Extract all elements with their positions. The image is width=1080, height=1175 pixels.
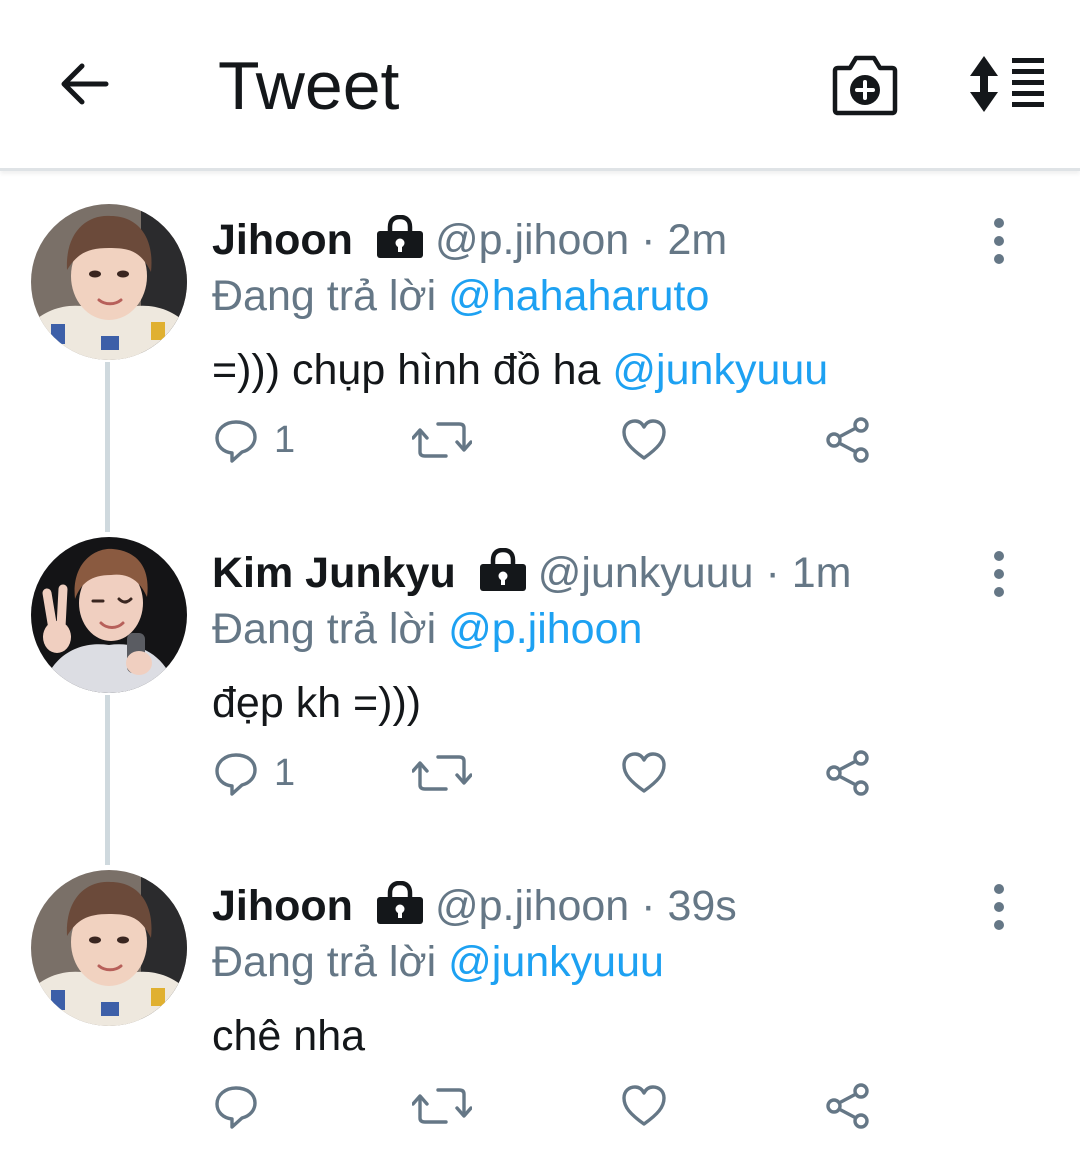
heart-icon <box>620 749 668 797</box>
avatar[interactable] <box>31 204 187 360</box>
arrow-left-icon <box>61 63 109 105</box>
replying-to-label: Đang trả lời <box>212 605 437 653</box>
retweet-button[interactable] <box>412 412 472 468</box>
heart-icon <box>620 416 668 464</box>
tweet-header: Jihoon @p.jihoon · 2m <box>212 214 727 266</box>
mention-link[interactable]: @hahaharuto <box>448 272 709 320</box>
share-icon <box>824 749 872 797</box>
tweet-time: · 39s <box>641 882 737 930</box>
retweet-icon <box>412 749 472 797</box>
tweet-body: chê nha <box>212 1012 366 1060</box>
share-button[interactable] <box>824 745 872 801</box>
reply-icon <box>212 416 260 464</box>
reply-count: 1 <box>274 751 296 794</box>
tweet-time: · 2m <box>641 216 728 264</box>
like-button[interactable] <box>620 745 668 801</box>
more-vertical-icon <box>984 216 1014 266</box>
reply-count: 1 <box>274 418 296 461</box>
replying-to: Đang trả lời @hahaharuto <box>212 270 709 322</box>
lock-icon <box>375 215 425 259</box>
top-app-bar: Tweet <box>0 0 1080 171</box>
tweet-text: chê nha <box>212 1010 365 1062</box>
more-vertical-icon <box>984 549 1014 599</box>
share-button[interactable] <box>824 412 872 468</box>
share-icon <box>824 416 872 464</box>
replying-to-label: Đang trả lời <box>212 938 437 986</box>
reply-button[interactable]: 1 <box>212 412 295 468</box>
back-button[interactable] <box>56 56 112 112</box>
retweet-icon <box>412 416 472 464</box>
reply-icon <box>212 749 260 797</box>
retweet-button[interactable] <box>412 1078 472 1134</box>
lock-icon <box>478 548 528 592</box>
author-handle[interactable]: @p.jihoon <box>435 882 629 930</box>
more-options-button[interactable] <box>984 882 1014 932</box>
tweet-header: Kim Junkyu @junkyuuu · 1m <box>212 547 851 599</box>
tweet-text: =))) chụp hình đồ ha @junkyuuu <box>212 344 828 396</box>
reply-button[interactable] <box>212 1078 274 1134</box>
retweet-button[interactable] <box>412 745 472 801</box>
avatar[interactable] <box>31 537 187 693</box>
author-handle[interactable]: @junkyuuu <box>538 549 754 597</box>
tweet-text: đẹp kh =))) <box>212 677 421 729</box>
author-name[interactable]: Jihoon <box>212 882 353 930</box>
like-button[interactable] <box>620 1078 668 1134</box>
lock-icon <box>375 881 425 925</box>
author-name[interactable]: Kim Junkyu <box>212 549 456 597</box>
mention-link[interactable]: @junkyuuu <box>448 938 664 986</box>
tweet-time: · 1m <box>765 549 852 597</box>
share-button[interactable] <box>824 1078 872 1134</box>
reply-icon <box>212 1082 260 1130</box>
heart-icon <box>620 1082 668 1130</box>
share-icon <box>824 1082 872 1130</box>
more-options-button[interactable] <box>984 549 1014 599</box>
camera-button[interactable] <box>832 54 898 116</box>
author-name[interactable]: Jihoon <box>212 216 353 264</box>
like-button[interactable] <box>620 412 668 468</box>
camera-plus-icon <box>832 55 898 116</box>
more-options-button[interactable] <box>984 216 1014 266</box>
sort-thread-button[interactable] <box>968 54 1048 114</box>
mention-link[interactable]: @p.jihoon <box>448 605 642 653</box>
avatar[interactable] <box>31 870 187 1026</box>
sort-thread-icon <box>970 56 1044 112</box>
tweet-item[interactable]: Jihoon @p.jihoon · 2m Đang trả lời @hahah… <box>0 172 1080 505</box>
mention-link[interactable]: @junkyuuu <box>612 346 828 394</box>
tweet-body: =))) chụp hình đồ ha <box>212 346 601 394</box>
replying-to-label: Đang trả lời <box>212 272 437 320</box>
page-title: Tweet <box>218 48 400 124</box>
reply-button[interactable]: 1 <box>212 745 295 801</box>
tweet-item[interactable]: Kim Junkyu @junkyuuu · 1m Đang trả lời @p… <box>0 505 1080 838</box>
replying-to: Đang trả lời @junkyuuu <box>212 936 664 988</box>
replying-to: Đang trả lời @p.jihoon <box>212 603 642 655</box>
more-vertical-icon <box>984 882 1014 932</box>
retweet-icon <box>412 1082 472 1130</box>
tweet-body: đẹp kh =))) <box>212 679 422 727</box>
tweet-header: Jihoon @p.jihoon · 39s <box>212 880 737 932</box>
tweet-item[interactable]: Jihoon @p.jihoon · 39s Đang trả lời @junk… <box>0 838 1080 1171</box>
author-handle[interactable]: @p.jihoon <box>435 216 629 264</box>
